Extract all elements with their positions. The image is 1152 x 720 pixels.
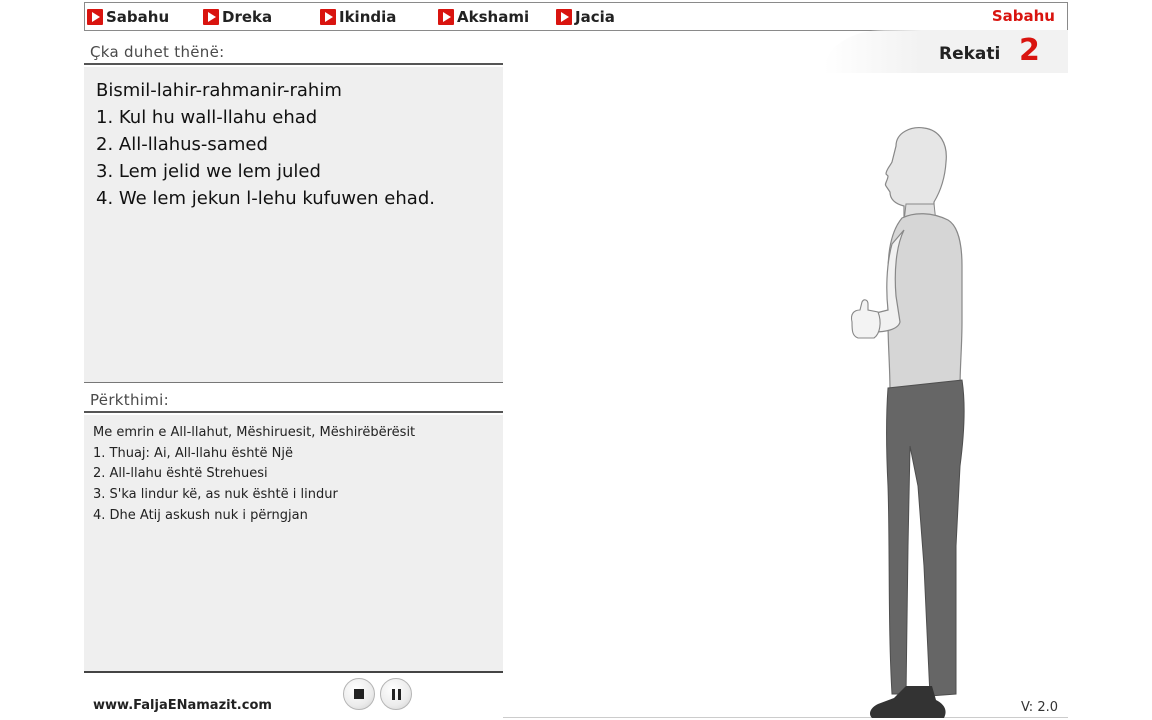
translation-line: 3. S'ka lindur kë, as nuk është i lindur [93, 487, 338, 503]
translation-line: 1. Thuaj: Ai, All-llahu është Një [93, 445, 293, 461]
play-icon [320, 8, 336, 25]
nav-item-akshami[interactable]: Akshami [438, 3, 529, 30]
recite-line: 1. Kul hu wall-llahu ehad [96, 107, 318, 128]
play-icon [438, 8, 454, 25]
stop-icon [354, 689, 364, 699]
rekati-number: 2 [1019, 33, 1040, 68]
nav-item-ikindia[interactable]: Ikindia [320, 3, 396, 30]
recite-panel-header: Çka duhet thënë: [84, 40, 503, 65]
recite-line: Bismil-lahir-rahmanir-rahim [96, 80, 342, 101]
recite-line: 4. We lem jekun l-lehu kufuwen ehad. [96, 188, 435, 209]
recite-panel: Bismil-lahir-rahmanir-rahim 1. Kul hu wa… [84, 67, 503, 382]
play-icon [556, 8, 572, 25]
footer-divider [84, 671, 503, 673]
nav-item-label: Ikindia [339, 7, 397, 26]
version-label: V: 2.0 [1020, 700, 1058, 715]
nav-item-jacia[interactable]: Jacia [556, 3, 615, 30]
translation-lines: Me emrin e All-llahut, Mëshiruesit, Mësh… [84, 415, 503, 527]
play-icon [203, 8, 219, 25]
nav-item-label: Akshami [457, 7, 530, 26]
pause-button[interactable] [380, 678, 412, 710]
nav-item-label: Jacia [575, 7, 615, 26]
divider [84, 382, 503, 383]
standing-figure-illustration [850, 127, 965, 718]
translation-line: 2. All-llahu është Strehuesi [93, 466, 268, 482]
nav-item-label: Dreka [222, 7, 273, 26]
recite-line: 2. All-llahus-samed [96, 134, 268, 155]
translation-panel-header: Përkthimi: [84, 388, 503, 413]
rekati-indicator: Rekati 2 [824, 30, 1068, 73]
rekati-label: Rekati [939, 44, 1001, 64]
nav-item-label: Sabahu [106, 7, 170, 26]
play-icon [87, 8, 103, 25]
trousers-shape [886, 379, 965, 697]
translation-line: 4. Dhe Atij askush nuk i përngjan [93, 507, 308, 523]
nav-item-dreka[interactable]: Dreka [203, 3, 272, 30]
recite-lines: Bismil-lahir-rahmanir-rahim 1. Kul hu wa… [84, 67, 503, 212]
stop-button[interactable] [343, 678, 375, 710]
translation-line: Me emrin e All-llahut, Mëshiruesit, Mësh… [93, 425, 416, 440]
pause-icon [392, 689, 401, 700]
site-link[interactable]: www.FaljaENamazit.com [93, 698, 272, 713]
prayer-nav-bar: Sabahu Dreka Ikindia Akshami Jacia Sabah… [84, 2, 1068, 31]
app-window: Sabahu Dreka Ikindia Akshami Jacia Sabah… [84, 0, 1068, 720]
nav-item-sabahu[interactable]: Sabahu [87, 3, 169, 30]
translation-panel: Me emrin e All-llahut, Mëshiruesit, Mësh… [84, 415, 503, 671]
current-prayer-label: Sabahu [991, 7, 1055, 25]
hand-shape [850, 299, 881, 339]
recite-line: 3. Lem jelid we lem juled [96, 161, 321, 182]
